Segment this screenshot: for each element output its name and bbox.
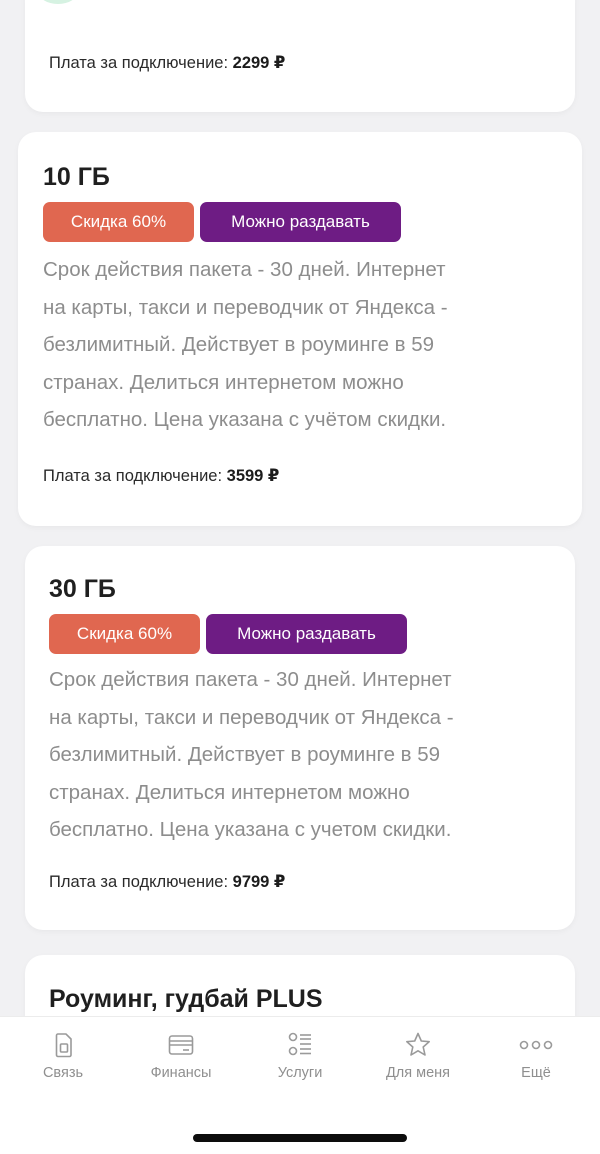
fee-value: 3599 ₽ <box>226 467 280 485</box>
services-list-icon <box>288 1032 311 1056</box>
tab-uslugi[interactable]: Услуги <box>245 1031 355 1081</box>
package-card-30gb[interactable]: 30 ГБ Скидка 60% Можно раздавать Срок де… <box>25 546 575 930</box>
home-indicator[interactable] <box>193 1134 407 1142</box>
star-icon <box>406 1032 430 1056</box>
tab-finansy[interactable]: Финансы <box>126 1031 236 1081</box>
package-card-10gb[interactable]: 10 ГБ Скидка 60% Можно раздавать Срок де… <box>18 132 582 526</box>
discount-badge: Скидка 60% <box>49 614 200 654</box>
tab-svyaz[interactable]: Связь <box>8 1031 118 1081</box>
tab-label: Связь <box>42 1065 84 1081</box>
fee-label: Плата за подключение: <box>43 467 223 485</box>
tab-label: Услуги <box>277 1065 323 1081</box>
fee-label: Плата за подключение: <box>49 54 229 72</box>
tab-eshche[interactable]: Ещё <box>481 1031 591 1081</box>
tab-label: Ещё <box>521 1065 551 1081</box>
package-title: 30 ГБ <box>49 575 116 603</box>
package-card-partial[interactable]: Плата за подключение: 2299 ₽ <box>25 0 575 112</box>
tab-label: Финансы <box>150 1065 212 1081</box>
connection-fee: Плата за подключение: 2299 ₽ <box>49 53 285 73</box>
fee-value: 9799 ₽ <box>232 873 286 891</box>
package-title: Роуминг, гудбай PLUS <box>49 985 323 1013</box>
fee-label: Плата за подключение: <box>49 873 229 891</box>
package-description: Срок действия пакета - 30 дней. Интернет… <box>49 668 454 841</box>
tab-label: Для меня <box>385 1065 451 1081</box>
connection-fee: Плата за подключение: 9799 ₽ <box>49 872 285 892</box>
package-description: Срок действия пакета - 30 дней. Интернет… <box>43 258 448 431</box>
sim-card-icon <box>55 1033 72 1058</box>
badge-row: Скидка 60% Можно раздавать <box>49 614 407 654</box>
share-badge: Можно раздавать <box>200 202 401 242</box>
fee-value: 2299 ₽ <box>232 54 286 72</box>
discount-badge: Скидка 60% <box>43 202 194 242</box>
package-title: 10 ГБ <box>43 163 110 191</box>
more-dots-icon <box>519 1040 553 1050</box>
connection-fee: Плата за подключение: 3599 ₽ <box>43 466 279 486</box>
tab-dlya-menya[interactable]: Для меня <box>363 1031 473 1081</box>
badge-row: Скидка 60% Можно раздавать <box>43 202 401 242</box>
share-badge: Можно раздавать <box>206 614 407 654</box>
wallet-icon <box>168 1035 194 1055</box>
